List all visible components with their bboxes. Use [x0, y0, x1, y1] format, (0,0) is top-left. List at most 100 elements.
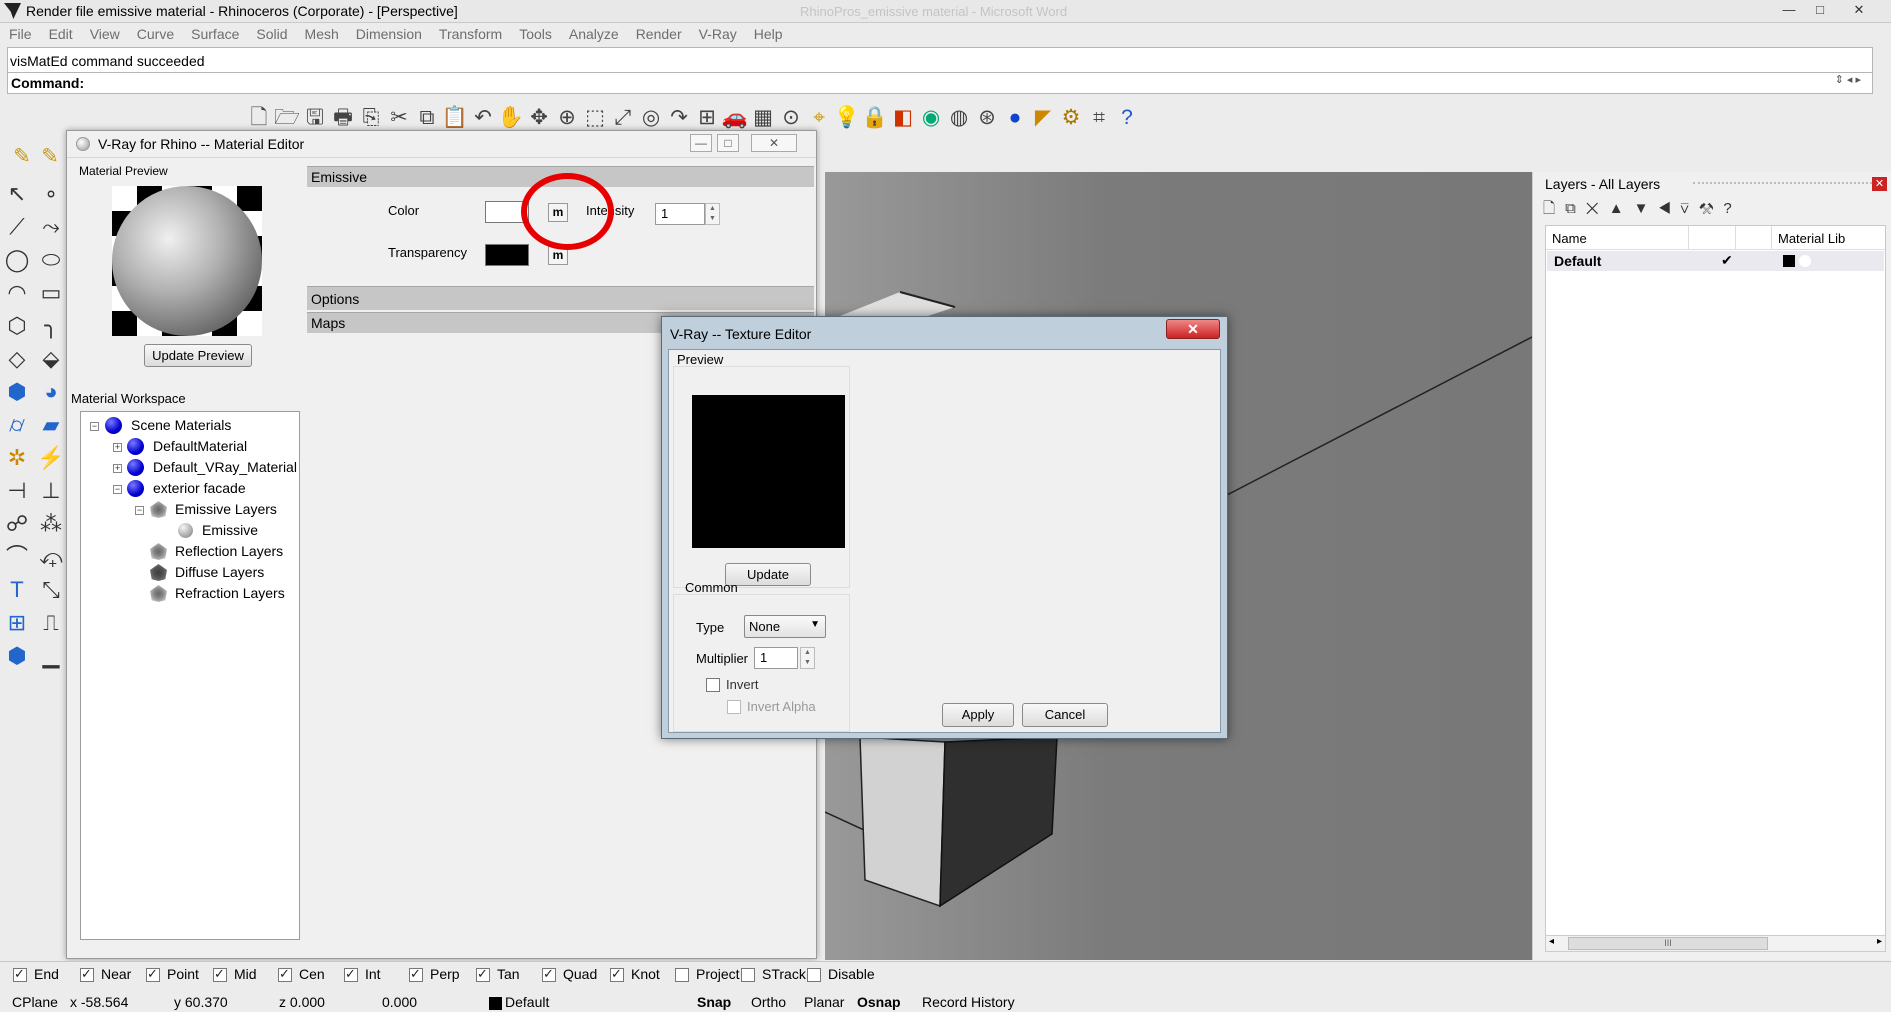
- snap-toggle[interactable]: Snap: [697, 994, 731, 1010]
- osnap-checkbox[interactable]: [675, 968, 689, 982]
- tree-material-item[interactable]: DefaultMaterial: [153, 438, 247, 454]
- me-close-button[interactable]: ✕: [751, 134, 797, 152]
- maximize-button[interactable]: □: [1806, 1, 1834, 19]
- ellipse-icon[interactable]: ⬭: [36, 244, 66, 276]
- osnap-checkbox[interactable]: [213, 966, 227, 982]
- fillet-icon[interactable]: ╮: [36, 310, 66, 342]
- record-history-toggle[interactable]: Record History: [922, 994, 1015, 1010]
- tree-layer-item[interactable]: Refraction Layers: [175, 585, 285, 601]
- dimension-icon[interactable]: ⌗: [1085, 103, 1113, 133]
- collapse-icon[interactable]: −: [113, 485, 122, 494]
- gear-icon[interactable]: ⚙: [1057, 103, 1085, 133]
- four-viewports-icon[interactable]: ⊞: [693, 103, 721, 133]
- zoom-icon[interactable]: ⊕: [553, 103, 581, 133]
- menu-vray[interactable]: V-Ray: [690, 24, 745, 42]
- analyze-icon[interactable]: ⎍: [36, 607, 66, 639]
- zoom-window-icon[interactable]: ⬚: [581, 103, 609, 133]
- menu-curve[interactable]: Curve: [128, 24, 182, 42]
- multiplier-input[interactable]: 1: [754, 647, 798, 669]
- me-minimize-button[interactable]: —: [690, 134, 712, 152]
- tree-scene-materials[interactable]: Scene Materials: [131, 417, 231, 433]
- move-out-icon[interactable]: ◀: [1658, 200, 1680, 217]
- layer-material-icon[interactable]: [1799, 255, 1811, 267]
- osnap-checkbox[interactable]: [278, 966, 292, 982]
- menu-surface[interactable]: Surface: [182, 24, 247, 42]
- osnap-checkbox[interactable]: [476, 966, 490, 982]
- command-prompt[interactable]: Command:: [7, 72, 1873, 94]
- transparency-swatch[interactable]: [485, 244, 529, 266]
- ruler-icon[interactable]: ▁: [36, 640, 66, 672]
- curve-icon[interactable]: ⤳: [36, 211, 66, 243]
- split-icon[interactable]: ⌒: [2, 541, 32, 573]
- layer-color-swatch[interactable]: [1783, 255, 1795, 267]
- collapse-icon[interactable]: −: [135, 506, 144, 515]
- surface-icon[interactable]: ◇: [2, 343, 32, 375]
- cplane-label[interactable]: CPlane: [12, 994, 58, 1010]
- close-button[interactable]: ✕: [1845, 1, 1873, 19]
- paste-icon[interactable]: 📋: [441, 103, 469, 133]
- menu-analyze[interactable]: Analyze: [560, 24, 627, 42]
- texture-editor-close-button[interactable]: ✕: [1166, 319, 1220, 339]
- osnap-checkbox[interactable]: [741, 968, 755, 982]
- column-name[interactable]: Name: [1552, 231, 1587, 246]
- menu-edit[interactable]: Edit: [40, 24, 81, 42]
- flash-icon[interactable]: ⚡: [36, 442, 66, 474]
- tools-icon[interactable]: ⚒: [1699, 200, 1723, 217]
- intensity-spinner-icon[interactable]: ▲ ▼: [705, 203, 720, 225]
- current-layer[interactable]: Default: [505, 994, 549, 1010]
- osnap-checkbox[interactable]: [344, 966, 358, 982]
- collapse-icon[interactable]: −: [90, 422, 99, 431]
- scroll-thumb[interactable]: III: [1568, 937, 1768, 950]
- arc-icon[interactable]: ◠: [2, 277, 32, 309]
- grid-icon[interactable]: ▦: [749, 103, 777, 133]
- expand-icon[interactable]: +: [113, 443, 122, 452]
- group-icon[interactable]: ☍: [2, 508, 32, 540]
- polygon-icon[interactable]: ⬡: [2, 310, 32, 342]
- pan-icon[interactable]: ✋: [497, 103, 525, 133]
- intensity-input[interactable]: 1: [655, 203, 705, 225]
- menu-help[interactable]: Help: [745, 24, 791, 42]
- select-arrow-icon[interactable]: ↖: [2, 178, 32, 210]
- me-maximize-button[interactable]: □: [717, 134, 739, 152]
- menu-dimension[interactable]: Dimension: [347, 24, 430, 42]
- osnap-checkbox[interactable]: [146, 966, 160, 982]
- circle-icon[interactable]: ◯: [2, 244, 32, 276]
- menu-mesh[interactable]: Mesh: [296, 24, 347, 42]
- expand-icon[interactable]: +: [113, 464, 122, 473]
- box-icon[interactable]: ⬢: [2, 376, 32, 408]
- new-file-icon[interactable]: 🗋: [245, 103, 273, 133]
- ortho-toggle[interactable]: Ortho: [751, 994, 786, 1010]
- tree-material-item[interactable]: Default_VRay_Material: [153, 459, 297, 475]
- tree-material-item[interactable]: exterior facade: [153, 480, 246, 496]
- transform-gear-icon[interactable]: ✲: [2, 442, 32, 474]
- move-down-icon[interactable]: ▼: [1634, 200, 1659, 217]
- mesh-icon[interactable]: ▰: [36, 409, 66, 441]
- delete-layer-icon[interactable]: ✕: [1586, 200, 1609, 217]
- osnap-checkbox[interactable]: [542, 966, 556, 982]
- layer-icon[interactable]: ◧: [889, 103, 917, 133]
- cylinder-icon[interactable]: ⌭: [2, 409, 32, 441]
- new-sublayer-icon[interactable]: ⧉: [1565, 200, 1586, 217]
- tag-alt-icon[interactable]: ✎: [36, 142, 64, 172]
- light-bulb-icon[interactable]: 💡: [833, 103, 861, 133]
- menu-solid[interactable]: Solid: [247, 24, 295, 42]
- planar-toggle[interactable]: Planar: [804, 994, 844, 1010]
- options-section-header[interactable]: Options: [307, 286, 814, 310]
- osnap-checkbox[interactable]: [610, 966, 624, 982]
- layers-close-icon[interactable]: ✕: [1872, 177, 1887, 191]
- scroll-left-icon[interactable]: ◂: [1549, 936, 1554, 947]
- open-file-icon[interactable]: 🗁: [273, 103, 301, 133]
- redo-view-icon[interactable]: ↷: [665, 103, 693, 133]
- array-icon[interactable]: ⁂: [36, 508, 66, 540]
- tree-layer-item[interactable]: Diffuse Layers: [175, 564, 264, 580]
- cancel-button[interactable]: Cancel: [1022, 703, 1108, 727]
- apply-button[interactable]: Apply: [942, 703, 1014, 727]
- invert-checkbox[interactable]: [706, 678, 720, 692]
- menu-view[interactable]: View: [81, 24, 128, 42]
- text-icon[interactable]: T: [2, 574, 32, 606]
- new-layer-icon[interactable]: 🗋: [1543, 200, 1565, 217]
- move-icon[interactable]: ⊣: [2, 475, 32, 507]
- material-editor-titlebar[interactable]: V-Ray for Rhino -- Material Editor — □ ✕: [67, 131, 816, 158]
- menu-tools[interactable]: Tools: [510, 24, 560, 42]
- rectangle-icon[interactable]: ▭: [36, 277, 66, 309]
